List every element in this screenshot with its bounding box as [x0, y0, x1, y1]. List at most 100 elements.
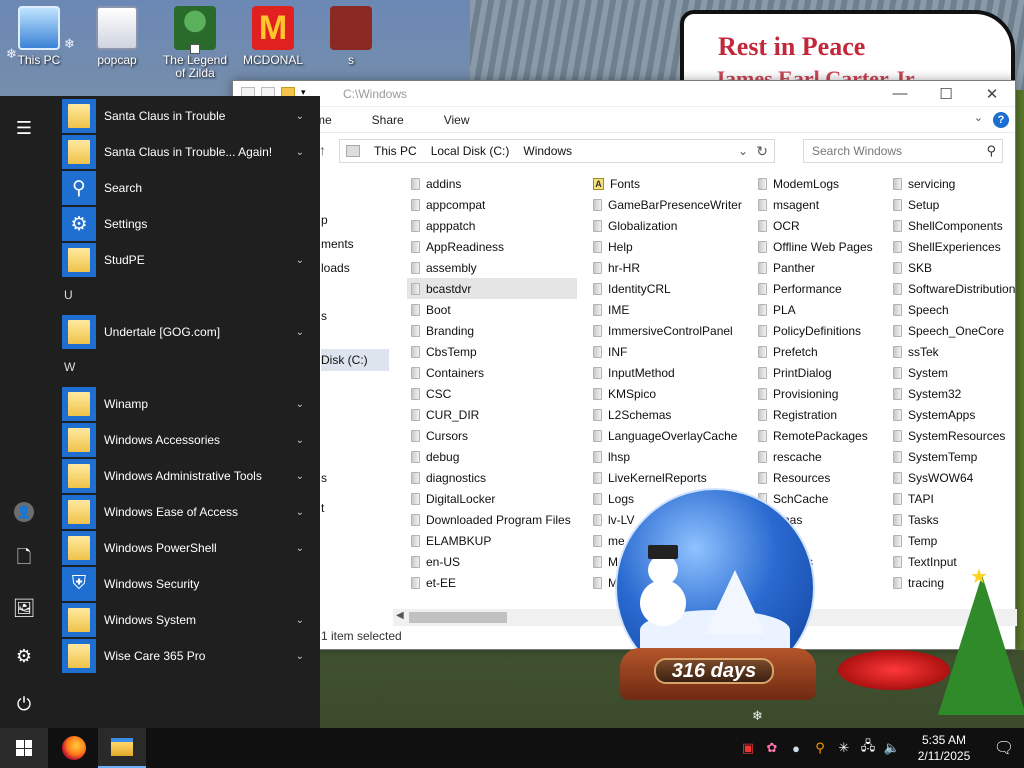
chevron-down-icon[interactable]: ⌄ — [296, 147, 304, 158]
start-app-item[interactable]: ⚙ Settings — [62, 206, 312, 242]
nav-item-videos[interactable]: s — [321, 309, 327, 323]
file-row[interactable]: SysWOW64 — [889, 467, 1017, 488]
file-row[interactable]: PrintDialog — [754, 362, 884, 383]
file-row[interactable]: ShellComponents — [889, 215, 1017, 236]
file-row[interactable]: LanguageOverlayCache — [589, 425, 749, 446]
start-menu[interactable]: ☰ 👤 🗋 🖼 ⚙ ⏻ Santa Claus in Trouble ⌄ Santa… — [0, 96, 320, 728]
file-row[interactable]: SoftwareDistribution — [889, 278, 1017, 299]
file-row[interactable]: SKB — [889, 257, 1017, 278]
chevron-down-icon[interactable]: ⌄ — [738, 144, 748, 158]
start-app-item[interactable]: Wise Care 365 Pro ⌄ — [62, 638, 312, 674]
file-row[interactable]: ImmersiveControlPanel — [589, 320, 749, 341]
file-row[interactable]: en-US — [407, 551, 577, 572]
documents-icon[interactable]: 🗋 — [0, 540, 48, 580]
file-row[interactable]: SystemResources — [889, 425, 1017, 446]
file-row[interactable]: Speech_OneCore — [889, 320, 1017, 341]
file-row[interactable]: rescache — [754, 446, 884, 467]
desktop-icon-christmas[interactable]: s — [314, 6, 388, 67]
notifications-icon[interactable]: 🗨 — [984, 728, 1024, 768]
file-row[interactable]: bcastdvr — [407, 278, 577, 299]
start-app-item[interactable]: Winamp ⌄ — [62, 386, 312, 422]
file-row[interactable]: InputMethod — [589, 362, 749, 383]
start-app-item[interactable]: Windows System ⌄ — [62, 602, 312, 638]
file-row[interactable]: LiveKernelReports — [589, 467, 749, 488]
letter-header[interactable]: U — [64, 288, 73, 302]
start-app-item[interactable]: ⚲ Search — [62, 170, 312, 206]
file-row[interactable]: KMSpico — [589, 383, 749, 404]
nav-item-desktop[interactable]: p — [321, 213, 328, 227]
up-arrow-icon[interactable]: ↑ — [319, 142, 326, 158]
file-row[interactable]: ModemLogs — [754, 173, 884, 194]
file-row[interactable]: Resources — [754, 467, 884, 488]
file-row[interactable]: msagent — [754, 194, 884, 215]
file-row[interactable]: servicing — [889, 173, 1017, 194]
nav-item-local-disk[interactable]: Disk (C:) — [321, 353, 368, 367]
file-row[interactable]: TAPI — [889, 488, 1017, 509]
file-row[interactable]: INF — [589, 341, 749, 362]
power-icon[interactable]: ⏻ — [0, 684, 48, 724]
file-row[interactable]: Registration — [754, 404, 884, 425]
file-row[interactable]: appcompat — [407, 194, 577, 215]
address-bar[interactable]: This PC Local Disk (C:) Windows ⌄ ↻ — [339, 139, 775, 163]
start-app-item[interactable]: Santa Claus in Trouble... Again! ⌄ — [62, 134, 312, 170]
scrollbar-thumb[interactable] — [409, 612, 507, 623]
file-row[interactable]: PLA — [754, 299, 884, 320]
breadcrumb-this-pc[interactable]: This PC — [374, 144, 417, 158]
drop-icon[interactable]: ● — [784, 728, 808, 768]
chevron-down-icon[interactable]: ⌄ — [296, 255, 304, 266]
file-row[interactable]: PolicyDefinitions — [754, 320, 884, 341]
brightness-icon[interactable]: ✳ — [832, 728, 856, 768]
file-row[interactable]: RemotePackages — [754, 425, 884, 446]
minimize-button[interactable]: — — [877, 81, 923, 107]
nav-item-documents[interactable]: ments — [321, 237, 354, 251]
colorful-app-icon[interactable]: ✿ — [760, 728, 784, 768]
breadcrumb-windows[interactable]: Windows — [523, 144, 572, 158]
file-row[interactable]: Offline Web Pages — [754, 236, 884, 257]
file-row[interactable]: Temp — [889, 530, 1017, 551]
file-row[interactable]: Performance — [754, 278, 884, 299]
start-app-item[interactable]: Undertale [GOG.com] ⌄ — [62, 314, 312, 350]
security-icon[interactable]: ▣ — [736, 728, 760, 768]
desktop-icon-mcdonalds[interactable]: M MCDONAL — [236, 6, 310, 67]
start-app-item[interactable]: Windows Accessories ⌄ — [62, 422, 312, 458]
file-row[interactable]: Branding — [407, 320, 577, 341]
taskbar-firefox[interactable] — [50, 728, 98, 768]
user-icon[interactable]: 👤 — [0, 492, 48, 532]
file-row[interactable]: lhsp — [589, 446, 749, 467]
file-row[interactable]: Help — [589, 236, 749, 257]
chevron-down-icon[interactable]: ⌄ — [296, 327, 304, 338]
tab-share[interactable]: Share — [352, 113, 424, 127]
file-row[interactable]: DigitalLocker — [407, 488, 577, 509]
file-row[interactable]: hr-HR — [589, 257, 749, 278]
chevron-down-icon[interactable]: ⌄ — [296, 471, 304, 482]
file-row[interactable]: ELAMBKUP — [407, 530, 577, 551]
file-row[interactable]: TextInput — [889, 551, 1017, 572]
file-row[interactable]: apppatch — [407, 215, 577, 236]
search-orange-icon[interactable]: ⚲ — [808, 728, 832, 768]
file-row[interactable]: Provisioning — [754, 383, 884, 404]
file-row[interactable]: addins — [407, 173, 577, 194]
file-row[interactable]: Speech — [889, 299, 1017, 320]
network-icon[interactable]: 🖧 — [856, 728, 880, 768]
start-button[interactable] — [0, 728, 48, 768]
file-row[interactable]: et-EE — [407, 572, 577, 593]
chevron-down-icon[interactable]: ⌄ — [296, 615, 304, 626]
file-row[interactable]: Setup — [889, 194, 1017, 215]
file-row[interactable]: diagnostics — [407, 467, 577, 488]
letter-header[interactable]: W — [64, 360, 75, 374]
file-row[interactable]: Globalization — [589, 215, 749, 236]
pictures-icon[interactable]: 🖼 — [0, 588, 48, 628]
hamburger-icon[interactable]: ☰ — [0, 108, 48, 148]
settings-icon[interactable]: ⚙ — [0, 636, 48, 676]
title-bar[interactable]: ▾ C:\Windows — ☐ ✕ — [233, 81, 1015, 107]
file-row[interactable]: IME — [589, 299, 749, 320]
start-app-item[interactable]: Windows PowerShell ⌄ — [62, 530, 312, 566]
chevron-down-icon[interactable]: ⌄ — [296, 543, 304, 554]
desktop-icon-zelda[interactable]: The Legend of Zilda — [158, 6, 232, 80]
volume-icon[interactable]: 🔈 — [880, 728, 904, 768]
file-row[interactable]: assembly — [407, 257, 577, 278]
file-row[interactable]: IdentityCRL — [589, 278, 749, 299]
file-row[interactable]: OCR — [754, 215, 884, 236]
file-row[interactable]: CSC — [407, 383, 577, 404]
chevron-down-icon[interactable]: ⌄ — [296, 111, 304, 122]
